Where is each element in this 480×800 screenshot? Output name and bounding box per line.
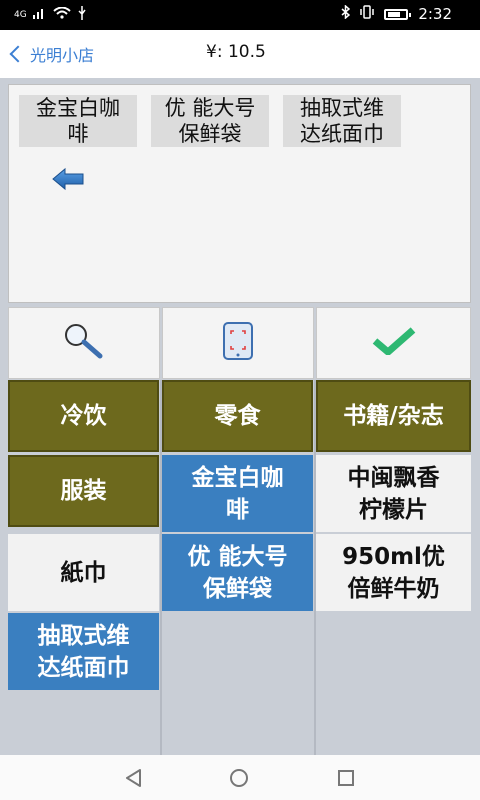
category-cold-drinks[interactable]: 冷饮 bbox=[8, 380, 159, 452]
product-name-line1: 金宝白咖 bbox=[191, 464, 284, 491]
category-label: 紙巾 bbox=[60, 559, 107, 586]
bluetooth-icon bbox=[341, 4, 351, 23]
category-label: 服装 bbox=[60, 478, 107, 504]
product-name-line2: 保鲜袋 bbox=[202, 575, 272, 602]
cart-item-line2: 啡 bbox=[67, 122, 89, 146]
battery-icon bbox=[384, 8, 412, 20]
product-tile[interactable]: 抽取式维 达纸面巾 bbox=[8, 613, 159, 690]
chevron-left-icon bbox=[9, 45, 27, 63]
product-name-line1: 950ml优 bbox=[342, 543, 445, 570]
category-books-magazines[interactable]: 书籍/杂志 bbox=[316, 380, 471, 452]
category-clothing[interactable]: 服装 bbox=[8, 455, 159, 527]
category-label: 零食 bbox=[214, 403, 261, 429]
confirm-button[interactable] bbox=[316, 307, 471, 379]
nav-back-icon[interactable] bbox=[124, 768, 144, 792]
wifi-icon bbox=[53, 6, 71, 22]
product-name-line1: 优 能大号 bbox=[187, 543, 288, 570]
scan-icon bbox=[222, 322, 254, 364]
clock: 2:32 bbox=[418, 5, 452, 23]
cart-item-line2: 达纸面巾 bbox=[300, 122, 384, 146]
nav-home-icon[interactable] bbox=[230, 769, 248, 787]
cart-item[interactable]: 优 能大号 保鲜袋 bbox=[151, 95, 269, 147]
category-snacks[interactable]: 零食 bbox=[162, 380, 313, 452]
product-tile[interactable]: 金宝白咖 啡 bbox=[162, 455, 313, 532]
cart-item-line1: 金宝白咖 bbox=[36, 96, 120, 120]
product-name-line2: 达纸面巾 bbox=[37, 654, 130, 681]
product-name-line2: 啡 bbox=[226, 496, 249, 523]
cart-item-line2: 保鲜袋 bbox=[178, 122, 242, 146]
product-tile[interactable]: 优 能大号 保鲜袋 bbox=[162, 534, 313, 611]
product-name-line2: 倍鲜牛奶 bbox=[347, 575, 440, 602]
status-bar: 4G 2:32 bbox=[0, 0, 480, 30]
cart-item-line1: 抽取式维 bbox=[300, 96, 384, 120]
cart-area: 金宝白咖 啡 优 能大号 保鲜袋 抽取式维 达纸面巾 bbox=[8, 84, 471, 303]
cart-item[interactable]: 抽取式维 达纸面巾 bbox=[283, 95, 401, 147]
signal-icon bbox=[32, 7, 47, 22]
cart-item[interactable]: 金宝白咖 啡 bbox=[19, 95, 137, 147]
product-name-line1: 抽取式维 bbox=[37, 622, 130, 649]
category-tissues[interactable]: 紙巾 bbox=[8, 534, 159, 611]
product-tile[interactable]: 950ml优 倍鲜牛奶 bbox=[316, 534, 471, 611]
nav-recents-icon[interactable] bbox=[338, 770, 354, 786]
back-button[interactable]: 光明小店 bbox=[8, 42, 94, 66]
scan-button[interactable] bbox=[162, 307, 314, 379]
product-tile[interactable]: 中闽飘香 柠檬片 bbox=[316, 455, 471, 532]
store-name: 光明小店 bbox=[30, 46, 95, 65]
category-label: 书籍/杂志 bbox=[343, 403, 444, 429]
total-amount: ¥: 10.5 bbox=[206, 42, 266, 62]
network-label: 4G bbox=[14, 9, 27, 20]
product-name-line1: 中闽飘香 bbox=[347, 464, 440, 491]
header: 光明小店 ¥: 10.5 bbox=[0, 30, 480, 78]
category-label: 冷饮 bbox=[60, 403, 107, 429]
usb-icon bbox=[77, 6, 87, 23]
checkmark-icon bbox=[372, 327, 416, 359]
cart-item-line1: 优 能大号 bbox=[164, 96, 256, 120]
vibrate-icon bbox=[360, 5, 375, 23]
search-button[interactable] bbox=[8, 307, 160, 379]
magnifier-icon bbox=[60, 322, 108, 364]
product-name-line2: 柠檬片 bbox=[359, 496, 428, 523]
system-nav-bar bbox=[0, 755, 480, 800]
left-arrow-icon[interactable] bbox=[51, 167, 85, 191]
